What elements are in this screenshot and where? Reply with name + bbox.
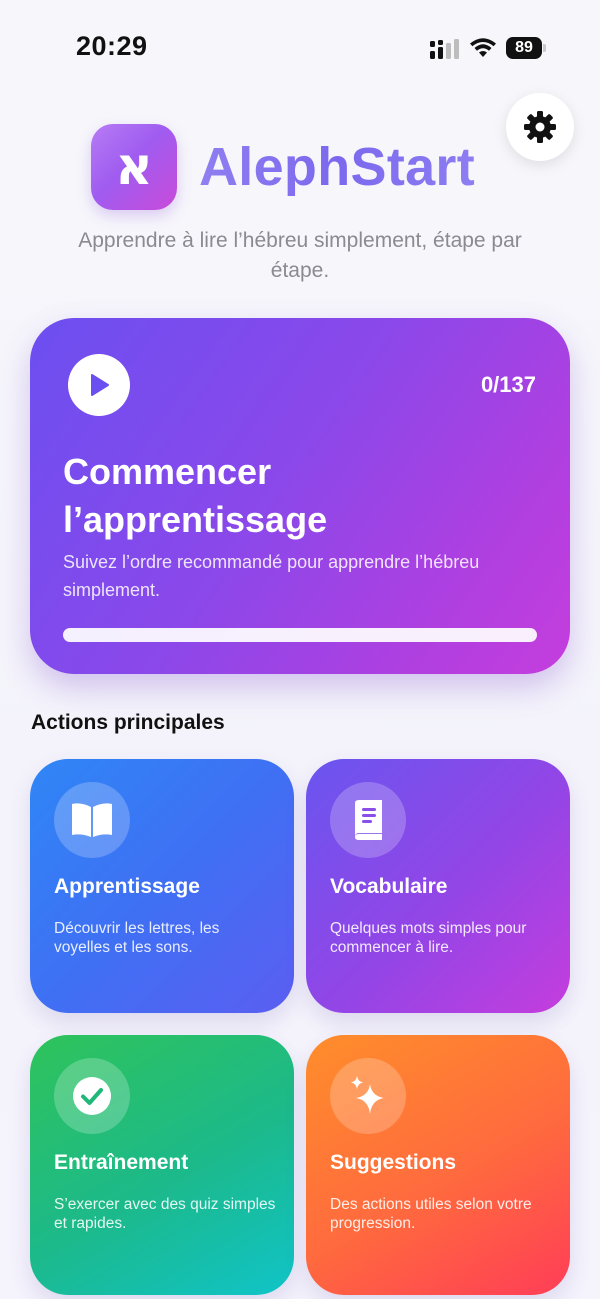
card-description: Quelques mots simples pour commencer à l… — [330, 920, 527, 956]
settings-button[interactable] — [506, 93, 574, 161]
status-time: 20:29 — [76, 31, 148, 61]
card-icon-container — [330, 782, 406, 858]
card-description: Des actions utiles selon votre progressi… — [330, 1196, 532, 1232]
progress-count: 0/137 — [480, 372, 536, 397]
battery-tip — [543, 44, 546, 52]
card-title: Vocabulaire — [330, 875, 448, 898]
battery-indicator: 89 — [506, 37, 542, 59]
training-card[interactable]: Entraînement S’exercer avec des quiz sim… — [30, 1035, 294, 1295]
battery-level: 89 — [515, 39, 533, 56]
progress-bar — [63, 628, 537, 642]
hero-subtitle: Suivez l’ordre recommandé pour apprendre… — [63, 552, 480, 600]
play-button[interactable] — [68, 354, 130, 416]
card-description: S’exercer avec des quiz simples et rapid… — [54, 1196, 276, 1232]
suggestions-card[interactable]: Suggestions Des actions utiles selon vot… — [306, 1035, 570, 1295]
card-title: Apprentissage — [54, 875, 200, 898]
app-title: AlephStart — [199, 137, 476, 197]
app-tagline: Apprendre à lire l’hébreu simplement, ét… — [78, 229, 522, 282]
play-icon — [91, 374, 109, 396]
cellular-signal-icon — [430, 39, 459, 59]
card-icon-container — [54, 782, 130, 858]
open-book-icon — [72, 803, 112, 837]
book-icon — [355, 800, 382, 840]
aleph-logo-glyph: א — [115, 137, 153, 197]
hero-title: Commencer l’apprentissage — [63, 451, 328, 540]
card-title: Entraînement — [54, 1151, 189, 1174]
status-bar: 20:29 89 — [0, 0, 600, 90]
gear-icon — [524, 111, 556, 143]
card-title: Suggestions — [330, 1151, 457, 1174]
learning-card[interactable]: Apprentissage Découvrir les lettres, les… — [30, 759, 294, 1013]
section-title: Actions principales — [31, 711, 225, 734]
card-icon-container — [54, 1058, 130, 1134]
start-learning-card[interactable]: 0/137 Commencer l’apprentissage Suivez l… — [30, 318, 570, 674]
wifi-icon — [470, 38, 496, 57]
card-icon-container — [330, 1058, 406, 1134]
app-logo: א — [91, 124, 177, 210]
sparkles-icon — [351, 1076, 384, 1114]
card-description: Découvrir les lettres, les voyelles et l… — [54, 920, 220, 956]
checkmark-circle-icon — [73, 1077, 111, 1115]
vocabulary-card[interactable]: Vocabulaire Quelques mots simples pour c… — [306, 759, 570, 1013]
